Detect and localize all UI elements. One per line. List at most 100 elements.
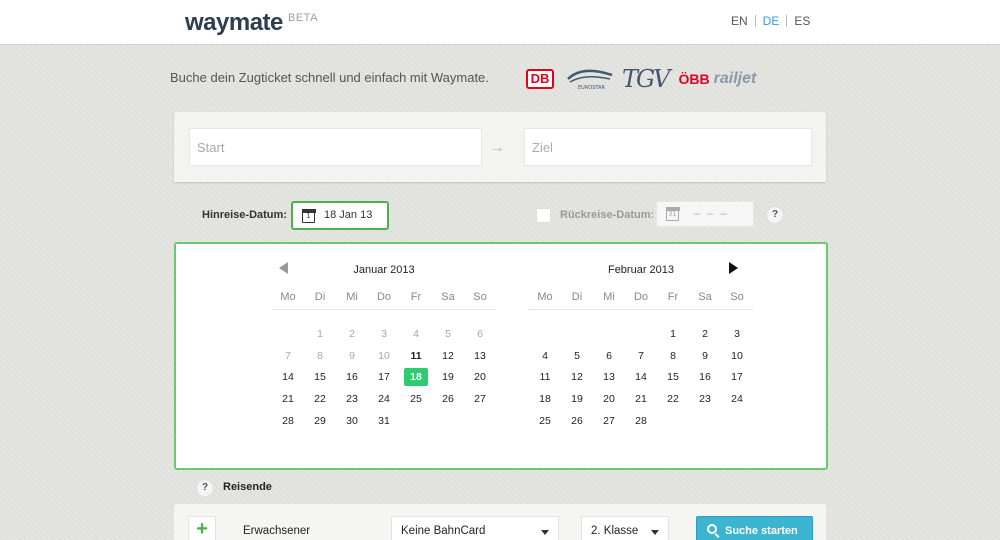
klasse-value: 2. Klasse [591,525,639,537]
calendar-day[interactable]: 16 [689,368,721,390]
weekday-label: Di [571,291,583,303]
calendar-day[interactable]: 22 [657,390,689,412]
weekday-label: Do [376,291,392,303]
travellers-label: Reisende [223,481,272,493]
obb-logo: ÖBB [678,71,710,87]
calendar-day[interactable]: 12 [432,347,464,369]
hinreise-date-value: 18 Jan 13 [324,209,373,221]
rueckreise-date-value: – – – [694,208,729,220]
calendar-day: 10 [378,349,390,362]
rueckreise-checkbox[interactable] [536,208,551,223]
weekday-label: Mi [603,291,615,303]
calendar-day: 4 [413,328,419,340]
calendar-day[interactable]: 20 [593,390,625,412]
selected-day[interactable]: 18 [400,368,432,390]
empty-day-cell [400,412,432,434]
ziel-input[interactable]: Ziel [524,128,812,166]
hinreise-date-field[interactable]: 1 18 Jan 13 [291,201,389,230]
calendar-day[interactable]: 21 [625,390,657,412]
calendar-day[interactable]: 13 [593,368,625,390]
calendar-day: 8 [317,349,323,362]
calendar-day[interactable]: 8 [657,347,689,369]
calendar-day[interactable]: 26 [432,390,464,412]
weekday-label: Di [314,291,326,303]
month-title: Januar 2013 [353,264,415,276]
db-logo: DB [526,69,554,89]
calendar-day[interactable]: 30 [336,412,368,434]
calendar-day[interactable]: 7 [625,347,657,369]
calendar-day[interactable]: 2 [689,325,721,347]
calendar-day[interactable]: 31 [368,412,400,434]
calendar-day: 1 [317,328,323,340]
calendar-day[interactable]: 4 [529,347,561,369]
calendar-day[interactable]: 5 [561,347,593,369]
tagline: Buche dein Zugticket schnell und einfach… [170,70,489,85]
empty-day-cell [561,325,593,347]
calendar-day[interactable]: 19 [561,390,593,412]
add-passenger-button[interactable]: + [188,516,216,540]
calendar-day[interactable]: 6 [593,347,625,369]
calendar-day[interactable]: 18 [529,390,561,412]
calendar-day[interactable]: 10 [721,347,753,369]
calendar-day[interactable]: 3 [721,325,753,347]
calendar-day[interactable]: 20 [464,368,496,390]
calendar-day[interactable]: 1 [657,325,689,347]
calendar-day[interactable]: 24 [721,390,753,412]
calendar-day[interactable]: 9 [689,347,721,369]
help-icon[interactable]: ? [766,206,784,224]
passenger-panel: + Erwachsener Keine BahnCard 2. Klasse S… [174,504,826,540]
calendar-day[interactable]: 11 [400,347,432,369]
weekday-label: Sa [441,291,455,303]
waymate-logo[interactable]: waymate [185,9,283,37]
calendar-day[interactable]: 21 [272,390,304,412]
weekday-label: Sa [698,291,712,303]
calendar-day[interactable]: 22 [304,390,336,412]
calendar-day[interactable]: 29 [304,412,336,434]
search-button[interactable]: Suche starten [696,516,813,540]
calendar-icon-number: 31 [668,211,677,218]
bahncard-select[interactable]: Keine BahnCard [391,516,559,540]
calendar-day[interactable]: 28 [625,412,657,434]
calendar-day[interactable]: 17 [721,368,753,390]
calendar-day[interactable]: 14 [272,368,304,390]
passenger-type: Erwachsener [243,525,311,537]
rueckreise-date-field[interactable]: 31 – – – [656,201,754,227]
weekday-label: Mi [346,291,358,303]
help-icon[interactable]: ? [196,479,214,497]
klasse-select[interactable]: 2. Klasse [581,516,669,540]
lang-de[interactable]: DE [763,14,780,28]
calendar-week: 25 26 27 28 [529,412,753,434]
calendar-icon: 31 [665,206,680,221]
start-input[interactable]: Start [189,128,482,166]
calendar-day[interactable]: 25 [529,412,561,434]
weekday-header: Mo Di Mi Do Fr Sa So [272,291,496,310]
calendar-day[interactable]: 16 [336,368,368,390]
empty-day-cell [464,412,496,434]
lang-en[interactable]: EN [731,14,748,28]
calendar-day[interactable]: 17 [368,368,400,390]
calendar-day[interactable]: 24 [368,390,400,412]
calendar-day[interactable]: 26 [561,412,593,434]
calendar-day[interactable]: 15 [304,368,336,390]
calendar-day[interactable]: 11 [529,368,561,390]
calendar-week: 1 2 3 4 5 6 [272,325,496,347]
calendar-day[interactable]: 25 [400,390,432,412]
calendar-icon: 1 [301,208,316,223]
bahncard-value: Keine BahnCard [401,525,486,537]
calendar-day[interactable]: 27 [464,390,496,412]
calendar-day[interactable]: 19 [432,368,464,390]
eurostar-logo: EUROSTAR [567,69,613,91]
calendar-day[interactable]: 14 [625,368,657,390]
calendar-day[interactable]: 23 [336,390,368,412]
calendar-day[interactable]: 28 [272,412,304,434]
next-month-icon[interactable] [729,262,738,274]
calendar-day[interactable]: 15 [657,368,689,390]
calendar-day[interactable]: 27 [593,412,625,434]
calendar-day[interactable]: 13 [464,347,496,369]
month-title: Februar 2013 [607,264,675,276]
calendar-day[interactable]: 23 [689,390,721,412]
eurostar-wordmark: EUROSTAR [578,85,605,91]
calendar-day[interactable]: 12 [561,368,593,390]
operator-logos: DB EUROSTAR TGV ÖBB railjet [526,65,756,93]
lang-es[interactable]: ES [794,14,810,28]
